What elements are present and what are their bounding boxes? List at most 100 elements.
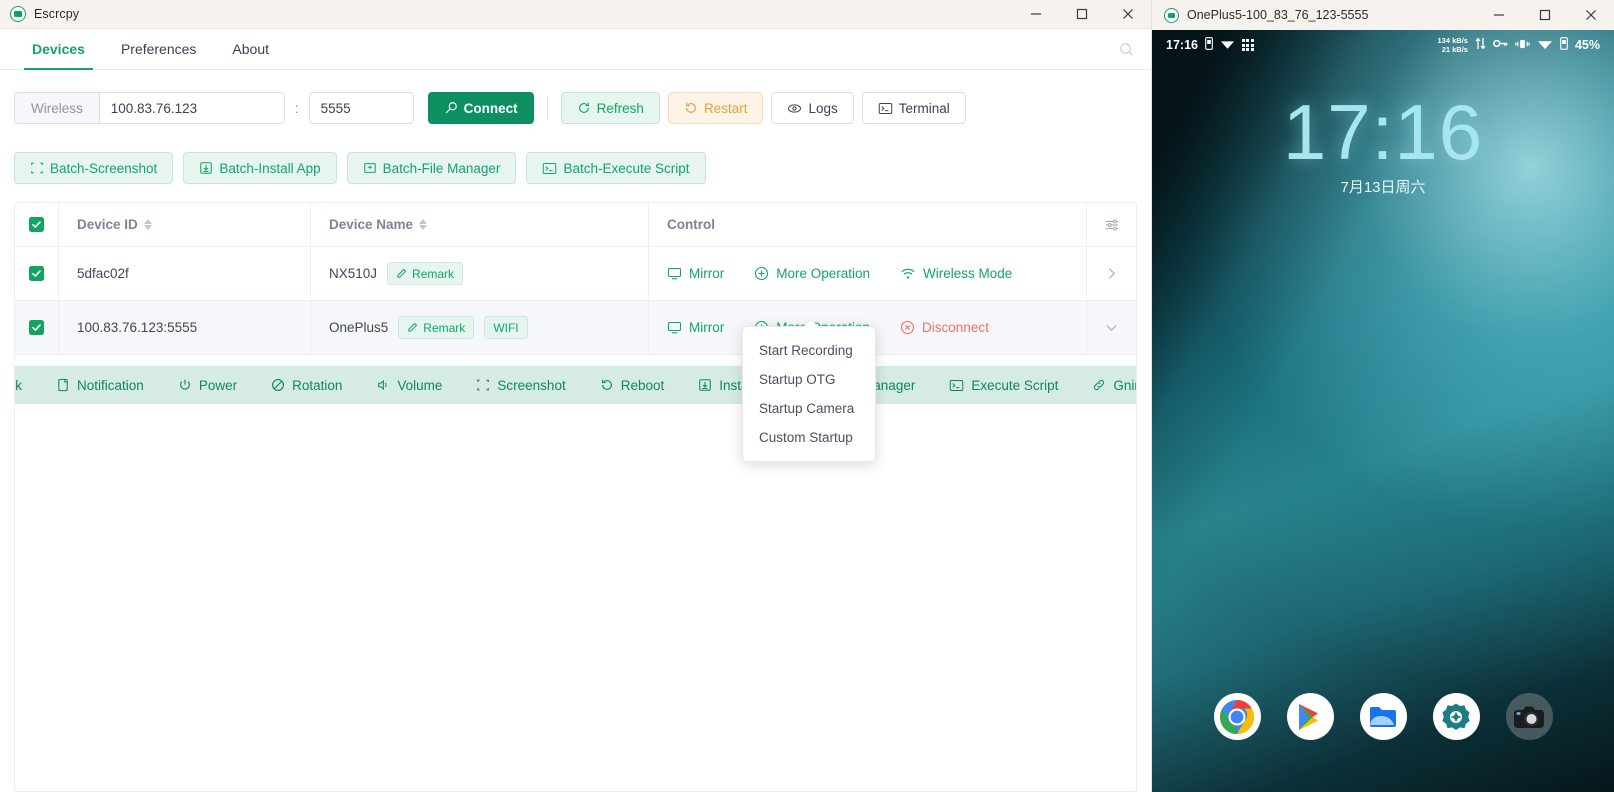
device-screen[interactable]: 17:16 134 kB/s 21 kB/s 45% 17:16 7月13日周六 — [1152, 30, 1614, 792]
action-rotation[interactable]: Rotation — [254, 378, 359, 393]
cell-control: Mirror More Operation Wireless Mode — [649, 247, 1086, 300]
camera-app-icon[interactable] — [1505, 693, 1553, 740]
action-screenshot-label: Screenshot — [497, 377, 566, 393]
cell-device-id: 100.83.76.123:5555 — [59, 301, 311, 354]
batch-screenshot-label: Batch-Screenshot — [50, 160, 158, 176]
batch-file-manager-label: Batch-File Manager — [382, 160, 501, 176]
logs-button[interactable]: Logs — [771, 92, 854, 124]
tab-bar: Devices Preferences About — [0, 29, 1151, 70]
settings-app-icon[interactable] — [1432, 693, 1480, 740]
remark-button[interactable]: Remark — [398, 316, 475, 339]
mirror-action[interactable]: Mirror — [667, 266, 724, 281]
ip-input[interactable] — [98, 92, 285, 124]
column-device-id[interactable]: Device ID — [59, 203, 311, 246]
tab-preferences[interactable]: Preferences — [103, 29, 214, 69]
close-icon[interactable] — [1568, 1, 1614, 30]
menu-item-start-recording[interactable]: Start Recording — [743, 336, 875, 365]
pencil-icon — [397, 268, 407, 278]
restart-button-label: Restart — [703, 100, 748, 116]
chevron-right-icon[interactable] — [1086, 247, 1136, 300]
action-notification-label: Notification — [77, 377, 144, 393]
apps-grid-icon — [1241, 39, 1254, 51]
batch-screenshot-button[interactable]: Batch-Screenshot — [14, 152, 174, 184]
device-mirror-window: OnePlus5-100_83_76_123-5555 17:16 134 kB… — [1151, 0, 1614, 792]
action-gnirehtet[interactable]: Gnirehtet — [1075, 378, 1136, 393]
mirror-window-title: OnePlus5-100_83_76_123-5555 — [1187, 8, 1369, 22]
maximize-icon[interactable] — [1522, 1, 1568, 30]
tab-devices[interactable]: Devices — [14, 29, 103, 70]
action-back[interactable]: Back — [15, 378, 39, 393]
close-icon[interactable] — [1105, 0, 1151, 29]
select-all-cell — [15, 203, 59, 246]
wireless-mode-action[interactable]: Wireless Mode — [900, 266, 1012, 282]
wifi-icon — [1220, 38, 1235, 53]
play-store-app-icon[interactable] — [1286, 693, 1334, 740]
batch-execute-script-button[interactable]: Batch-Execute Script — [526, 152, 706, 184]
table-row[interactable]: 5dfac02f NX510J Remark Mirror More Opera… — [15, 247, 1136, 301]
more-operation-action[interactable]: More Operation — [754, 266, 870, 281]
select-all-checkbox[interactable] — [29, 217, 44, 232]
escrcpy-logo-icon — [1164, 7, 1179, 23]
refresh-button-label: Refresh — [596, 100, 644, 116]
window-title: Escrcpy — [34, 7, 80, 21]
monitor-icon — [667, 267, 682, 280]
menu-item-startup-otg[interactable]: Startup OTG — [743, 365, 875, 394]
devices-table: Device ID Device Name Control 5dfac02f N… — [14, 202, 1137, 792]
terminal-button-label: Terminal — [898, 100, 950, 116]
action-volume-label: Volume — [397, 377, 443, 393]
action-volume[interactable]: Volume — [359, 378, 459, 393]
connect-button-label: Connect — [463, 100, 518, 116]
mirror-action[interactable]: Mirror — [667, 320, 724, 335]
menu-item-custom-startup-label: Custom Startup — [759, 430, 853, 445]
batch-toolbar: Batch-Screenshot Batch-Install App Batch… — [0, 132, 1151, 188]
sim-icon — [1560, 37, 1568, 53]
action-notification[interactable]: Notification — [39, 378, 161, 393]
action-screenshot[interactable]: Screenshot — [459, 378, 582, 393]
action-reboot-label: Reboot — [620, 377, 665, 393]
remark-button[interactable]: Remark — [387, 262, 464, 285]
restart-button[interactable]: Restart — [667, 92, 764, 124]
disconnect-label: Disconnect — [922, 320, 989, 335]
terminal-button[interactable]: Terminal — [861, 92, 966, 124]
row-checkbox[interactable] — [29, 320, 44, 335]
device-action-bar[interactable]: Back Notification Power Rotation Volume — [15, 366, 1136, 404]
connect-button[interactable]: Connect — [427, 92, 534, 124]
restart-icon — [685, 102, 696, 113]
window-controls — [1013, 0, 1151, 29]
files-app-icon[interactable] — [1359, 693, 1407, 740]
sort-icon[interactable] — [419, 219, 428, 230]
refresh-button[interactable]: Refresh — [560, 92, 660, 124]
batch-file-manager-button[interactable]: Batch-File Manager — [346, 152, 517, 184]
tab-devices-label: Devices — [32, 41, 85, 57]
eye-icon — [788, 103, 802, 113]
row-select-cell — [15, 247, 59, 300]
notification-icon — [58, 378, 68, 392]
row-checkbox[interactable] — [29, 266, 44, 281]
menu-item-custom-startup[interactable]: Custom Startup — [743, 423, 875, 452]
port-input[interactable] — [308, 92, 414, 124]
chevron-down-icon[interactable] — [1086, 301, 1136, 354]
minimize-icon[interactable] — [1476, 1, 1522, 30]
maximize-icon[interactable] — [1059, 0, 1105, 29]
chrome-app-icon[interactable] — [1213, 693, 1261, 740]
tab-about[interactable]: About — [214, 29, 287, 69]
cell-device-name: NX510J Remark — [311, 247, 649, 300]
sim-icon — [1205, 37, 1213, 53]
action-reboot[interactable]: Reboot — [583, 378, 682, 393]
column-control-label: Control — [667, 217, 715, 232]
lockscreen-clock: 17:16 7月13日周六 — [1152, 90, 1614, 197]
column-device-name[interactable]: Device Name — [311, 203, 649, 246]
minimize-icon[interactable] — [1013, 0, 1059, 29]
data-transfer-icon — [1475, 37, 1486, 53]
table-settings-icon[interactable] — [1086, 203, 1136, 246]
action-power[interactable]: Power — [161, 378, 254, 393]
remark-label: Remark — [423, 320, 466, 335]
batch-install-app-button[interactable]: Batch-Install App — [183, 152, 337, 184]
action-execute-script[interactable]: Execute Script — [932, 378, 1075, 393]
menu-item-startup-camera[interactable]: Startup Camera — [743, 394, 875, 423]
sort-icon[interactable] — [143, 219, 152, 230]
table-row[interactable]: 100.83.76.123:5555 OnePlus5 Remark WIFI — [15, 301, 1136, 355]
disconnect-action[interactable]: Disconnect — [900, 320, 989, 335]
status-time: 17:16 — [1166, 38, 1198, 52]
search-icon[interactable] — [1115, 38, 1137, 60]
